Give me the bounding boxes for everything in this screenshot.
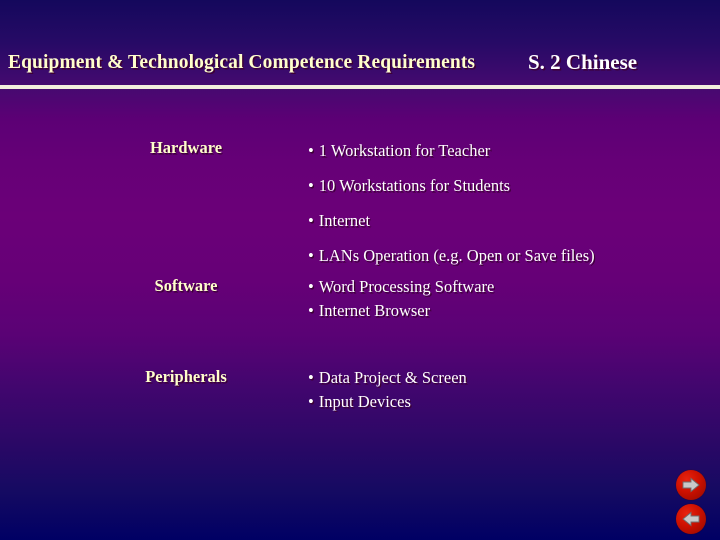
section-label-software: Software [154,276,218,295]
previous-slide-button[interactable] [676,504,706,534]
section-label-hardware: Hardware [149,138,223,157]
bullet-glyph-icon: • [308,141,314,160]
bullet-glyph-icon: • [308,176,314,195]
list-item: • Internet Browser [308,299,494,323]
list-item: • Word Processing Software [308,275,494,299]
back-arrow-icon [682,511,700,527]
list-item-text: Internet [318,211,371,230]
list-item-text: LANs Operation (e.g. Open or Save files) [318,246,595,265]
list-item: • LANs Operation (e.g. Open or Save files… [308,238,595,273]
slide-canvas: Equipment & Technological Competence Req… [0,0,720,540]
bullet-glyph-icon: • [308,277,314,296]
bullet-glyph-icon: • [308,211,314,230]
forward-arrow-icon [682,477,700,493]
list-item: • Input Devices [308,390,467,414]
bullet-list-peripherals: • Data Project & Screen • Input Devices [308,366,467,414]
list-item-text: 1 Workstation for Teacher [318,141,491,160]
bullet-glyph-icon: • [308,246,314,265]
list-item: • 1 Workstation for Teacher [308,133,595,168]
bullet-glyph-icon: • [308,301,314,320]
list-item-text: 10 Workstations for Students [318,176,511,195]
next-slide-button[interactable] [676,470,706,500]
bullet-list-hardware: • 1 Workstation for Teacher • 10 Workstati… [308,133,595,273]
slide-navigation [676,470,716,536]
list-item-text: Data Project & Screen [318,368,467,387]
list-item: • Internet [308,203,595,238]
bullet-glyph-icon: • [308,368,314,387]
list-item-text: Word Processing Software [318,277,495,296]
list-item: • Data Project & Screen [308,366,467,390]
list-item: • 10 Workstations for Students [308,168,595,203]
slide-body: Hardware • 1 Workstation for Teacher • 10 … [0,0,720,540]
list-item-text: Input Devices [318,392,411,411]
bullet-list-software: • Word Processing Software • Internet Brow… [308,275,494,323]
list-item-text: Internet Browser [318,301,431,320]
section-label-peripherals: Peripherals [145,367,227,386]
bullet-glyph-icon: • [308,392,314,411]
